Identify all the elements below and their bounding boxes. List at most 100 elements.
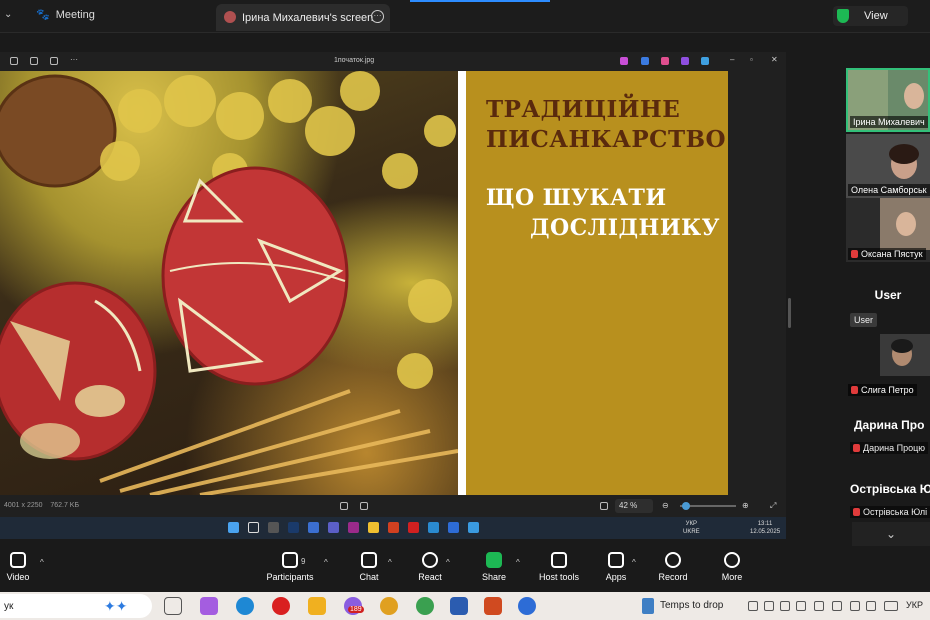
app-icon[interactable] [681, 57, 689, 65]
photo-illustration [0, 71, 458, 495]
share-options-caret[interactable]: ^ [516, 558, 520, 567]
zoom-icon[interactable] [448, 522, 459, 533]
more-button[interactable]: More [720, 552, 744, 582]
taskview-icon[interactable] [164, 597, 182, 615]
close-icon[interactable]: ✕ [771, 55, 778, 64]
keyboard-language[interactable]: УКР UKRE [683, 520, 700, 536]
participant-name[interactable]: Острівська Юлі [850, 506, 930, 518]
print-icon[interactable] [10, 57, 18, 65]
video-options-caret[interactable]: ^ [40, 558, 44, 567]
mic-muted-icon [851, 250, 858, 258]
taskview-icon[interactable] [268, 522, 279, 533]
tray-icon[interactable] [764, 601, 774, 611]
participants-icon [282, 552, 298, 568]
expand-icon[interactable] [360, 502, 368, 510]
slideshow-icon[interactable] [50, 57, 58, 65]
participant-name: Слига Петро [848, 384, 917, 396]
save-icon[interactable] [30, 57, 38, 65]
edge-icon[interactable] [236, 597, 254, 615]
chat-button[interactable]: Chat [358, 552, 380, 582]
participant-name[interactable]: Дарина Процю [850, 442, 928, 454]
participant-tile[interactable]: Ірина Михалевич [846, 68, 930, 132]
more-options-icon[interactable]: ··· [371, 10, 384, 23]
chat-options-caret[interactable]: ^ [388, 558, 392, 567]
weather-text[interactable]: Temps to drop [660, 600, 723, 611]
participants-label: Participants [266, 572, 314, 582]
zoom-slider-knob[interactable] [682, 502, 690, 510]
resize-handle[interactable] [788, 298, 791, 328]
react-button[interactable]: React [418, 552, 442, 582]
folder-icon[interactable] [368, 522, 379, 533]
photos-icon[interactable] [468, 522, 479, 533]
app-icon[interactable] [308, 522, 319, 533]
cloud-icon[interactable] [780, 601, 790, 611]
maximize-icon[interactable]: ▫ [750, 55, 753, 64]
participant-tile[interactable]: Слига Петро [846, 334, 930, 398]
share-button[interactable]: Share [482, 552, 506, 582]
apps-icon [608, 552, 624, 568]
zoom-icon[interactable] [518, 597, 536, 615]
zoom-slider[interactable] [680, 502, 736, 510]
tray-icon[interactable] [796, 601, 806, 611]
app-icon[interactable] [388, 522, 399, 533]
chevron-down-icon[interactable]: ⌄ [4, 9, 12, 20]
react-label: React [418, 572, 442, 582]
tray-icon[interactable] [814, 601, 824, 611]
cloud-icon[interactable] [701, 57, 709, 65]
more-icon[interactable]: ··· [70, 55, 78, 64]
keyboard-language[interactable]: УКР [906, 600, 923, 610]
participants-options-caret[interactable]: ^ [324, 558, 328, 567]
participant-heading: User [874, 288, 902, 302]
tray-icon[interactable] [832, 601, 842, 611]
active-indicator [410, 0, 550, 2]
host-tools-button[interactable]: Host tools [538, 552, 580, 582]
screen-share-tab[interactable]: Ірина Михалевич's screen ··· [216, 4, 390, 31]
fullscreen-icon[interactable]: ⤢ [770, 501, 776, 511]
video-button[interactable]: Video [6, 552, 30, 582]
participant-tile[interactable]: Оксана Пястук [846, 198, 930, 262]
app-icon[interactable] [620, 57, 628, 65]
chrome-icon[interactable] [380, 597, 398, 615]
opera-icon[interactable] [272, 597, 290, 615]
photoshop-icon[interactable] [288, 522, 299, 533]
volume-icon[interactable] [866, 601, 876, 611]
app-icon[interactable] [641, 57, 649, 65]
powerpoint-icon[interactable] [484, 597, 502, 615]
indesign-icon[interactable] [348, 522, 359, 533]
slide-card: ТРАДИЦІЙНЕ ПИСАНКАРСТВО: ЩО ШУКАТИ ДОСЛІ… [466, 71, 735, 495]
meeting-tab[interactable]: 🐾 Meeting [36, 8, 95, 22]
mic-muted-icon [851, 386, 858, 394]
copilot-icon[interactable] [200, 597, 218, 615]
view-button[interactable]: View [833, 6, 908, 26]
record-button[interactable]: Record [658, 552, 688, 582]
folder-icon[interactable] [308, 597, 326, 615]
chrome-profile-icon[interactable] [416, 597, 434, 615]
wifi-icon[interactable] [850, 601, 860, 611]
teams-icon[interactable] [328, 522, 339, 533]
zoom-select[interactable]: 42 % [615, 499, 653, 513]
zoom-in-icon[interactable]: ⊕ [742, 501, 749, 510]
participants-count: 9 [301, 557, 306, 566]
start-icon[interactable] [228, 522, 239, 533]
participant-tile[interactable]: Олена Самборськ [846, 134, 930, 198]
participants-button[interactable]: Participants [266, 552, 314, 582]
view-icon[interactable] [600, 502, 608, 510]
clock[interactable]: 13:11 12.05.2025 [750, 520, 780, 536]
chevron-down-icon[interactable]: ⌄ [852, 522, 930, 546]
participant-heading: Дарина Про [854, 418, 925, 432]
word-icon[interactable] [450, 597, 468, 615]
app-icon[interactable] [428, 522, 439, 533]
opera-icon[interactable] [408, 522, 419, 533]
react-options-caret[interactable]: ^ [446, 558, 450, 567]
apps-options-caret[interactable]: ^ [632, 558, 636, 567]
minimize-icon[interactable]: – [730, 55, 734, 64]
search-box[interactable]: ук ✦✦ [0, 594, 152, 618]
keyboard-icon[interactable] [884, 601, 898, 611]
search-icon[interactable] [248, 522, 259, 533]
fit-icon[interactable] [340, 502, 348, 510]
avatar [224, 11, 236, 23]
app-icon[interactable] [661, 57, 669, 65]
chevron-up-icon[interactable] [748, 601, 758, 611]
zoom-out-icon[interactable]: ⊖ [662, 501, 669, 510]
apps-button[interactable]: Apps [604, 552, 628, 582]
